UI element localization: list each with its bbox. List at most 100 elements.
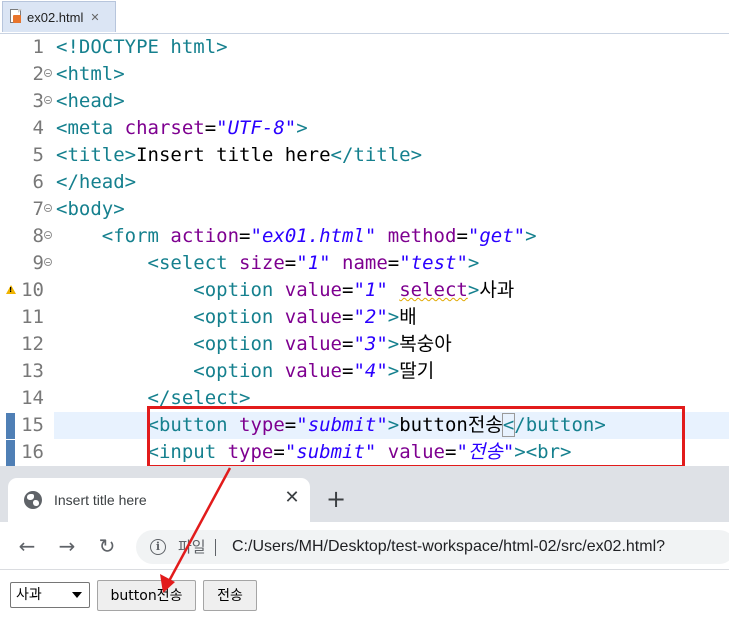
back-button[interactable]: ←: [12, 531, 42, 561]
code-text[interactable]: <option value="1" select>사과: [56, 277, 514, 304]
forward-button[interactable]: →: [52, 531, 82, 561]
line-number: 4: [32, 117, 44, 139]
code-text[interactable]: <button type="submit">button전송</button>: [56, 412, 606, 439]
code-text[interactable]: <option value="4">딸기: [56, 358, 434, 385]
code-line[interactable]: 2 <html>: [0, 61, 729, 88]
editor-tab-ex02[interactable]: ex02.html ✕: [2, 1, 116, 32]
address-scheme-label: 파일: [178, 538, 206, 556]
address-url[interactable]: C:/Users/MH/Desktop/test-workspace/html-…: [232, 530, 665, 564]
code-token: >: [387, 414, 400, 436]
code-token: =: [342, 333, 354, 355]
code-token: <title>: [56, 144, 137, 166]
code-line[interactable]: 13 <option value="4">딸기: [0, 358, 729, 385]
code-line[interactable]: 12 <option value="3">복숭아: [0, 331, 729, 358]
code-token: =: [284, 252, 297, 274]
code-line[interactable]: 1 <!DOCTYPE html>: [0, 34, 729, 61]
browser-tab[interactable]: Insert title here ✕: [8, 478, 310, 522]
code-token: <: [501, 413, 516, 437]
fold-toggle-icon[interactable]: [44, 96, 52, 104]
code-token: =: [342, 306, 354, 328]
code-token: "get": [467, 225, 526, 247]
html-file-icon: [9, 9, 23, 25]
code-token: <option: [193, 306, 285, 328]
code-text[interactable]: </head>: [56, 169, 136, 196]
reload-button[interactable]: ↻: [92, 531, 122, 561]
browser-toolbar: ← → ↻ i 파일 C:/Users/MH/Desktop/test-work…: [0, 522, 729, 570]
code-text[interactable]: <select size="1" name="test">: [56, 250, 480, 277]
code-token: <body>: [56, 198, 125, 220]
code-token: method: [387, 225, 457, 247]
code-token: <meta: [56, 117, 125, 139]
code-line[interactable]: 5 <title>Insert title here</title>: [0, 142, 729, 169]
code-line[interactable]: 15 <button type="submit">button전송</butto…: [0, 412, 729, 439]
line-number: 14: [21, 387, 44, 409]
code-text[interactable]: <meta charset="UTF-8">: [56, 115, 308, 142]
input-submit[interactable]: 전송: [203, 580, 257, 611]
code-line[interactable]: 14 </select>: [0, 385, 729, 412]
code-token: "submit": [296, 414, 388, 436]
fruit-select[interactable]: 사과: [10, 582, 90, 608]
code-token: "1": [353, 279, 388, 301]
code-token: =: [456, 225, 468, 247]
code-token: 딸기: [399, 360, 435, 382]
address-bar[interactable]: i 파일 C:/Users/MH/Desktop/test-workspace/…: [136, 530, 729, 564]
code-text[interactable]: <input type="submit" value="전송"><br>: [56, 439, 572, 466]
code-line-background: [54, 196, 729, 223]
line-number: 5: [32, 144, 44, 166]
info-icon[interactable]: i: [150, 539, 166, 555]
code-area[interactable]: 1 <!DOCTYPE html> 2 <html> 3 <head> 4 <meta cha…: [0, 34, 729, 466]
code-text[interactable]: <head>: [56, 88, 125, 115]
code-line[interactable]: 8 <form action="ex01.html" method="get">: [0, 223, 729, 250]
code-token: "2": [353, 306, 388, 328]
code-line[interactable]: 11 <option value="2">배: [0, 304, 729, 331]
code-text[interactable]: <html>: [56, 61, 125, 88]
line-number: 6: [32, 171, 44, 193]
fold-toggle-icon[interactable]: [44, 204, 52, 212]
code-line[interactable]: 3 <head>: [0, 88, 729, 115]
fold-toggle-icon[interactable]: [44, 231, 52, 239]
code-text[interactable]: <option value="3">복숭아: [56, 331, 452, 358]
line-number: 12: [21, 333, 44, 355]
close-icon[interactable]: ✕: [90, 11, 99, 24]
line-number: 15: [21, 414, 44, 436]
code-line[interactable]: 7 <body>: [0, 196, 729, 223]
code-token: =: [204, 117, 217, 139]
code-line[interactable]: 16 <input type="submit" value="전송"><br>: [0, 439, 729, 466]
close-tab-icon[interactable]: ✕: [282, 488, 302, 508]
browser-window: Insert title here ✕ + ← → ↻ i 파일 C:/User…: [0, 466, 729, 622]
code-line[interactable]: 4 <meta charset="UTF-8">: [0, 115, 729, 142]
code-token: <form: [101, 225, 171, 247]
code-text[interactable]: <!DOCTYPE html>: [56, 34, 228, 61]
code-line[interactable]: 10 <option value="1" select>사과: [0, 277, 729, 304]
new-tab-button[interactable]: +: [322, 486, 350, 514]
code-editor[interactable]: ex02.html ✕ 1 <!DOCTYPE html> 2 <html> 3 <hea…: [0, 0, 729, 468]
code-text[interactable]: <form action="ex01.html" method="get">: [56, 223, 537, 250]
code-token: value: [284, 306, 342, 328]
code-token: =: [239, 225, 251, 247]
code-token: =: [284, 414, 297, 436]
fold-toggle-icon[interactable]: [44, 69, 52, 77]
code-line-background: [54, 61, 729, 88]
code-text[interactable]: <title>Insert title here</title>: [56, 142, 422, 169]
code-line[interactable]: 6 </head>: [0, 169, 729, 196]
code-token: button전송: [399, 414, 503, 436]
code-token: >: [387, 306, 400, 328]
button-submit[interactable]: button전송: [97, 580, 196, 611]
code-text[interactable]: <body>: [56, 196, 125, 223]
code-line[interactable]: 9 <select size="1" name="test">: [0, 250, 729, 277]
code-text[interactable]: </select>: [56, 385, 251, 412]
code-text[interactable]: <option value="2">배: [56, 304, 416, 331]
line-number: 8: [32, 225, 44, 247]
code-token: <option: [193, 333, 285, 355]
code-token: 복숭아: [399, 333, 452, 355]
editor-tab-label: ex02.html: [27, 9, 84, 25]
code-token: >: [525, 225, 537, 247]
code-token: <html>: [56, 63, 125, 85]
address-separator: [215, 539, 216, 556]
fold-toggle-icon[interactable]: [44, 258, 52, 266]
